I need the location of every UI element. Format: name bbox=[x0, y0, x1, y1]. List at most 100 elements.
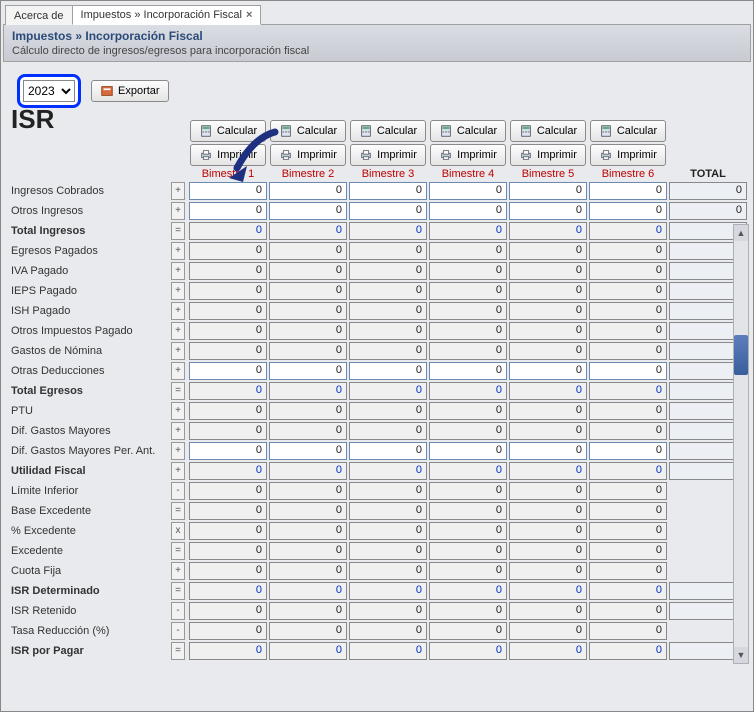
print-button[interactable]: Imprimir bbox=[270, 144, 346, 166]
calculator-icon bbox=[599, 124, 613, 138]
operator-cell: + bbox=[171, 362, 185, 380]
operator-cell: + bbox=[171, 202, 185, 220]
value-cell[interactable]: 0 bbox=[429, 362, 507, 380]
calculate-button[interactable]: Calcular bbox=[350, 120, 426, 142]
print-button[interactable]: Imprimir bbox=[510, 144, 586, 166]
value-cell: 0 bbox=[349, 322, 427, 340]
scroll-up-icon[interactable]: ▲ bbox=[734, 225, 748, 241]
value-cell: 0 bbox=[509, 642, 587, 660]
print-label: Imprimir bbox=[617, 149, 657, 161]
value-cell: 0 bbox=[189, 342, 267, 360]
value-cell: 0 bbox=[189, 222, 267, 240]
row-label: % Excedente bbox=[11, 525, 169, 537]
tab-module[interactable]: Impuestos » Incorporación Fiscal × bbox=[72, 5, 262, 25]
value-cell: 0 bbox=[269, 402, 347, 420]
value-cell: 0 bbox=[189, 482, 267, 500]
value-cell[interactable]: 0 bbox=[349, 442, 427, 460]
value-cell: 0 bbox=[589, 502, 667, 520]
operator-cell: + bbox=[171, 262, 185, 280]
value-cell[interactable]: 0 bbox=[429, 442, 507, 460]
value-cell[interactable]: 0 bbox=[189, 442, 267, 460]
calculate-button[interactable]: Calcular bbox=[270, 120, 346, 142]
value-cell[interactable]: 0 bbox=[429, 182, 507, 200]
value-cell[interactable]: 0 bbox=[589, 202, 667, 220]
toolbar: 2023 Exportar bbox=[11, 62, 747, 114]
export-button[interactable]: Exportar bbox=[91, 80, 169, 102]
calculate-label: Calcular bbox=[217, 125, 257, 137]
calculate-label: Calcular bbox=[377, 125, 417, 137]
value-cell: 0 bbox=[509, 462, 587, 480]
row-label: Dif. Gastos Mayores bbox=[11, 425, 169, 437]
page-subtitle: Cálculo directo de ingresos/egresos para… bbox=[12, 45, 742, 57]
operator-cell: + bbox=[171, 422, 185, 440]
value-cell: 0 bbox=[349, 262, 427, 280]
print-button[interactable]: Imprimir bbox=[590, 144, 666, 166]
printer-icon bbox=[599, 148, 613, 162]
value-cell[interactable]: 0 bbox=[269, 202, 347, 220]
value-cell[interactable]: 0 bbox=[509, 442, 587, 460]
calculate-button[interactable]: Calcular bbox=[190, 120, 266, 142]
value-cell: 0 bbox=[589, 622, 667, 640]
value-cell: 0 bbox=[589, 542, 667, 560]
total-cell: 0 bbox=[669, 182, 747, 200]
value-cell[interactable]: 0 bbox=[509, 202, 587, 220]
value-cell: 0 bbox=[349, 582, 427, 600]
value-cell: 0 bbox=[509, 582, 587, 600]
value-cell[interactable]: 0 bbox=[349, 362, 427, 380]
tab-about[interactable]: Acerca de bbox=[5, 5, 73, 25]
total-header: TOTAL bbox=[669, 168, 747, 180]
calculate-button[interactable]: Calcular bbox=[430, 120, 506, 142]
value-cell[interactable]: 0 bbox=[269, 362, 347, 380]
value-cell: 0 bbox=[509, 322, 587, 340]
value-cell: 0 bbox=[349, 342, 427, 360]
print-button[interactable]: Imprimir bbox=[190, 144, 266, 166]
value-cell[interactable]: 0 bbox=[589, 442, 667, 460]
value-cell[interactable]: 0 bbox=[269, 182, 347, 200]
value-cell[interactable]: 0 bbox=[509, 362, 587, 380]
value-cell: 0 bbox=[509, 422, 587, 440]
calculate-button[interactable]: Calcular bbox=[590, 120, 666, 142]
print-button[interactable]: Imprimir bbox=[430, 144, 506, 166]
scroll-down-icon[interactable]: ▼ bbox=[734, 647, 748, 663]
scrollbar[interactable]: ▲ ▼ bbox=[733, 224, 749, 664]
print-button[interactable]: Imprimir bbox=[350, 144, 426, 166]
close-icon[interactable]: × bbox=[246, 9, 252, 21]
value-cell: 0 bbox=[429, 482, 507, 500]
value-cell: 0 bbox=[429, 562, 507, 580]
scroll-thumb[interactable] bbox=[734, 335, 748, 375]
print-label: Imprimir bbox=[457, 149, 497, 161]
value-cell[interactable]: 0 bbox=[589, 182, 667, 200]
value-cell[interactable]: 0 bbox=[589, 362, 667, 380]
operator-cell: + bbox=[171, 342, 185, 360]
value-cell: 0 bbox=[509, 522, 587, 540]
row-label: Total Egresos bbox=[11, 385, 169, 397]
value-cell: 0 bbox=[429, 222, 507, 240]
value-cell: 0 bbox=[269, 622, 347, 640]
value-cell: 0 bbox=[349, 422, 427, 440]
value-cell[interactable]: 0 bbox=[189, 182, 267, 200]
value-cell: 0 bbox=[189, 602, 267, 620]
printer-icon bbox=[359, 148, 373, 162]
value-cell[interactable]: 0 bbox=[349, 182, 427, 200]
row-label: ISR Retenido bbox=[11, 605, 169, 617]
operator-cell: + bbox=[171, 462, 185, 480]
value-cell[interactable]: 0 bbox=[189, 362, 267, 380]
value-cell[interactable]: 0 bbox=[429, 202, 507, 220]
value-cell: 0 bbox=[429, 462, 507, 480]
value-cell: 0 bbox=[269, 582, 347, 600]
calculate-button[interactable]: Calcular bbox=[510, 120, 586, 142]
export-label: Exportar bbox=[118, 85, 160, 97]
value-cell: 0 bbox=[269, 262, 347, 280]
operator-cell: + bbox=[171, 302, 185, 320]
value-cell: 0 bbox=[269, 542, 347, 560]
value-cell[interactable]: 0 bbox=[349, 202, 427, 220]
value-cell: 0 bbox=[509, 222, 587, 240]
value-cell: 0 bbox=[349, 282, 427, 300]
print-label: Imprimir bbox=[217, 149, 257, 161]
year-select[interactable]: 2023 bbox=[23, 80, 75, 102]
value-cell: 0 bbox=[189, 262, 267, 280]
value-cell[interactable]: 0 bbox=[189, 202, 267, 220]
bimester-header: Bimestre 1 bbox=[189, 168, 267, 180]
value-cell[interactable]: 0 bbox=[269, 442, 347, 460]
value-cell[interactable]: 0 bbox=[509, 182, 587, 200]
